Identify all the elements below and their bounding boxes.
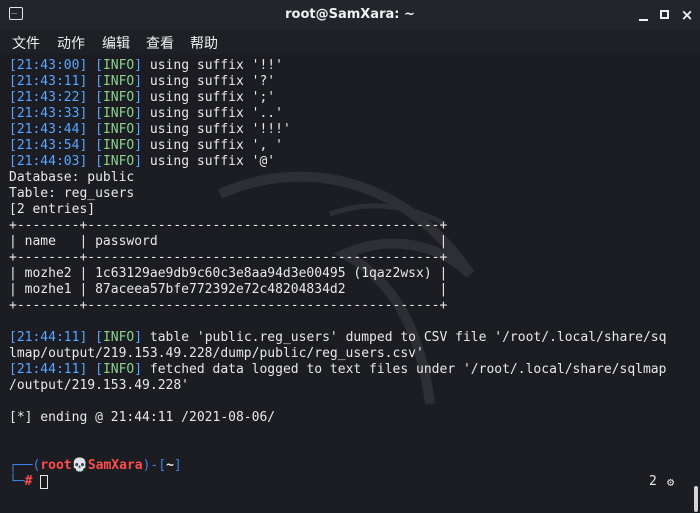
cursor — [40, 474, 49, 489]
title-bar: root@SamXara: ~ × — [0, 0, 700, 30]
settings-gear-icon[interactable]: ⚙ — [667, 475, 674, 489]
ending-line: [*] ending @ 21:44:11 /2021-08-06/ — [9, 410, 276, 425]
log-line: [21:43:00] [INFO] using suffix '!!' — [9, 58, 283, 73]
command-line[interactable]: └─# — [9, 474, 49, 490]
minimize-button[interactable] — [636, 8, 650, 22]
table-border: +--------+------------------------------… — [9, 298, 448, 313]
maximize-button[interactable] — [658, 8, 672, 22]
vertical-scrollbar[interactable] — [692, 56, 700, 513]
terminal-output[interactable]: [21:43:00] [INFO] using suffix '!!' [21:… — [0, 54, 690, 513]
database-line: Database: public — [9, 170, 135, 185]
scrollbar-thumb[interactable] — [694, 486, 698, 512]
menu-file[interactable]: 文件 — [12, 33, 40, 53]
menu-edit[interactable]: 编辑 — [102, 33, 130, 53]
terminal-window: root@SamXara: ~ × 文件 动作 编辑 查看 帮助 [21:43:… — [0, 0, 700, 513]
table-row: | mozhe1 | 87aceea57bfe772392e72c4820483… — [9, 282, 448, 297]
table-line: Table: reg_users — [9, 186, 135, 201]
job-count: 2 — [649, 474, 657, 489]
menu-help[interactable]: 帮助 — [190, 33, 218, 53]
log-line: [21:43:44] [INFO] using suffix '!!!' — [9, 122, 291, 137]
entries-line: [2 entries] — [9, 202, 96, 217]
log-line: [21:43:22] [INFO] using suffix ';' — [9, 90, 276, 105]
log-line: [21:43:54] [INFO] using suffix ', ' — [9, 138, 283, 153]
menu-bar: 文件 动作 编辑 查看 帮助 — [0, 30, 700, 54]
dump-line-continuation: lmap/output/219.153.49.228/dump/public/r… — [9, 346, 424, 361]
menu-action[interactable]: 动作 — [57, 33, 85, 53]
skull-icon: 💀 — [71, 458, 88, 473]
log-line: [21:43:11] [INFO] using suffix '?' — [9, 74, 276, 89]
table-header: | name | password | — [9, 234, 448, 249]
table-border: +--------+------------------------------… — [9, 250, 448, 265]
window-title: root@SamXara: ~ — [285, 7, 415, 22]
table-row: | mozhe2 | 1c63129ae9db9c60c3e8aa94d3e00… — [9, 266, 448, 281]
close-button[interactable]: × — [680, 8, 694, 23]
log-line: [21:43:33] [INFO] using suffix '..' — [9, 106, 283, 121]
prompt-line: ┌──(root💀SamXara)-[~] — [9, 458, 182, 473]
fetch-line: [21:44:11] [INFO] fetched data logged to… — [9, 362, 667, 377]
table-border: +--------+------------------------------… — [9, 218, 448, 233]
log-line: [21:44:03] [INFO] using suffix '@' — [9, 154, 276, 169]
menu-view[interactable]: 查看 — [146, 33, 174, 53]
fetch-line-continuation: /output/219.153.49.228' — [9, 378, 190, 393]
dump-line: [21:44:11] [INFO] table 'public.reg_user… — [9, 330, 667, 345]
